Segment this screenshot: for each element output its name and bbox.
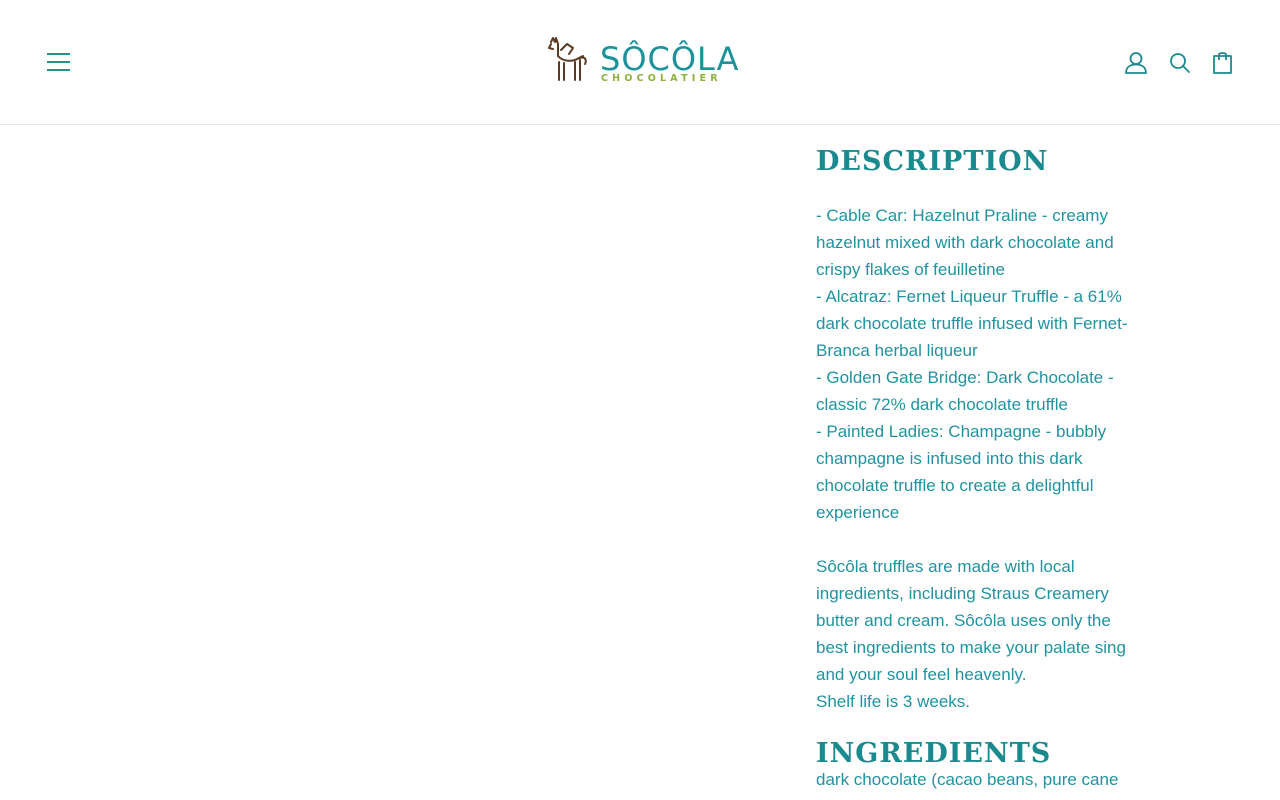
text-line: hazelnut mixed with dark chocolate and	[816, 233, 1114, 252]
logo-tagline: CHOCOLATIER	[601, 73, 722, 84]
account-button[interactable]	[1123, 50, 1149, 76]
shopping-bag-icon	[1213, 52, 1232, 74]
text-line: crispy flakes of feuilletine	[816, 260, 1005, 279]
ingredients-text: dark chocolate (cacao beans, pure cane	[816, 766, 1186, 793]
user-icon	[1125, 52, 1147, 74]
site-header: SÔCÔLA CHOCOLATIER	[0, 0, 1280, 125]
text-line: - Painted Ladies: Champagne - bubbly	[816, 422, 1107, 441]
ingredients-heading: INGREDIENTS	[816, 738, 1052, 769]
site-logo[interactable]: SÔCÔLA CHOCOLATIER	[545, 36, 740, 88]
text-line: - Alcatraz: Fernet Liqueur Truffle - a 6…	[816, 287, 1122, 306]
hamburger-menu-icon	[47, 53, 70, 55]
search-button[interactable]	[1167, 50, 1193, 76]
text-line: - Golden Gate Bridge: Dark Chocolate -	[816, 368, 1114, 387]
text-line: Shelf life is 3 weeks.	[816, 692, 971, 711]
text-line: Branca herbal liqueur	[816, 341, 978, 360]
description-text: - Cable Car: Hazelnut Praline - creamy ha…	[816, 202, 1186, 715]
text-line: experience	[816, 503, 900, 522]
description-heading: DESCRIPTION	[816, 146, 1049, 177]
text-line: butter and cream. Sôcôla uses only the	[816, 611, 1111, 630]
text-line: - Cable Car: Hazelnut Praline - creamy	[816, 206, 1108, 225]
cart-button[interactable]	[1210, 50, 1236, 76]
text-line: champagne is infused into this dark	[816, 449, 1083, 468]
text-line: ingredients, including Straus Creamery	[816, 584, 1109, 603]
alpaca-logo-icon	[548, 37, 587, 81]
text-line: chocolate truffle to create a delightful	[816, 476, 1094, 495]
text-line: dark chocolate (cacao beans, pure cane	[816, 770, 1119, 789]
text-line: best ingredients to make your palate sin…	[816, 638, 1126, 657]
search-icon	[1170, 53, 1190, 73]
text-line: Sôcôla truffles are made with local	[816, 557, 1075, 576]
text-line	[816, 526, 1186, 553]
text-line: dark chocolate truffle infused with Fern…	[816, 314, 1128, 333]
text-line: classic 72% dark chocolate truffle	[816, 395, 1068, 414]
text-line: and your soul feel heavenly.	[816, 665, 1027, 684]
menu-button[interactable]	[47, 53, 71, 75]
